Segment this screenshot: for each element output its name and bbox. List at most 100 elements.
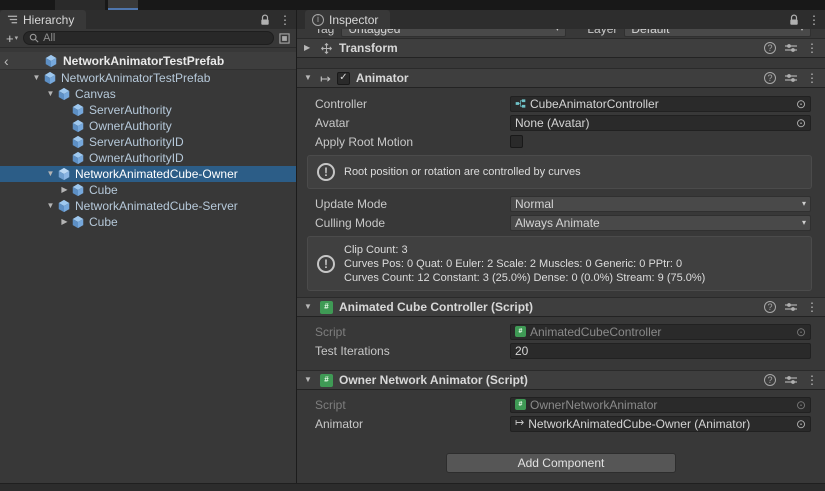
hierarchy-search[interactable] bbox=[23, 31, 274, 45]
animator-icon: ↦ bbox=[320, 72, 331, 85]
status-bar bbox=[0, 483, 825, 491]
property-label: Controller bbox=[315, 97, 510, 111]
stats-line: Clip Count: 3 bbox=[344, 243, 705, 257]
foldout-expanded-icon[interactable]: ▼ bbox=[44, 90, 57, 98]
tree-item[interactable]: ▼ Canvas bbox=[0, 86, 296, 102]
object-picker-icon[interactable]: ⊙ bbox=[796, 418, 806, 430]
culling-mode-dropdown[interactable]: Always Animate ▾ bbox=[510, 215, 811, 231]
add-component-button[interactable]: Add Component bbox=[446, 453, 676, 473]
tree-item[interactable]: ServerAuthorityID bbox=[0, 134, 296, 150]
component-header-animated-cube-controller[interactable]: ▼ # Animated Cube Controller (Script) ? … bbox=[297, 297, 825, 317]
prefab-cube-icon bbox=[71, 135, 87, 149]
animator-controller-icon bbox=[515, 98, 526, 109]
apply-root-motion-checkbox[interactable] bbox=[510, 135, 523, 148]
tree-item[interactable]: ▼ NetworkAnimatorTestPrefab bbox=[0, 70, 296, 86]
foldout-expanded-icon[interactable]: ▼ bbox=[304, 303, 314, 311]
help-icon[interactable]: ? bbox=[764, 42, 776, 54]
component-header-owner-network-animator[interactable]: ▼ # Owner Network Animator (Script) ? ⋮ bbox=[297, 370, 825, 390]
presets-icon[interactable] bbox=[785, 72, 797, 84]
foldout-expanded-icon[interactable]: ▼ bbox=[30, 74, 43, 82]
prefab-header-row[interactable]: ‹ NetworkAnimatorTestPrefab bbox=[0, 52, 296, 70]
object-picker-icon[interactable]: ⊙ bbox=[796, 98, 806, 110]
object-picker-icon[interactable]: ⊙ bbox=[796, 117, 806, 129]
tag-layer-row-clipped: Tag Untagged ▾ Layer Default ▾ bbox=[297, 29, 825, 38]
tree-item[interactable]: OwnerAuthorityID bbox=[0, 150, 296, 166]
presets-icon[interactable] bbox=[785, 42, 797, 54]
property-label: Script bbox=[315, 398, 510, 412]
warning-icon: ! bbox=[317, 163, 335, 181]
lock-icon[interactable] bbox=[260, 14, 270, 26]
hierarchy-tabbar: Hierarchy ⋮ bbox=[0, 10, 296, 29]
property-row-animator-ref: Animator ↦ NetworkAnimatedCube-Owner (An… bbox=[297, 414, 825, 433]
test-iterations-field[interactable]: 20 bbox=[510, 343, 811, 359]
dock-tab-active[interactable] bbox=[108, 0, 138, 10]
kebab-menu-icon[interactable]: ⋮ bbox=[806, 72, 818, 84]
component-title: Owner Network Animator (Script) bbox=[339, 373, 528, 387]
check-icon: ✓ bbox=[339, 73, 347, 83]
foldout-collapsed-icon[interactable]: ▶ bbox=[58, 218, 71, 226]
property-label: Update Mode bbox=[315, 197, 510, 211]
prefab-cube-icon bbox=[71, 151, 87, 165]
search-icon bbox=[29, 33, 39, 43]
kebab-menu-icon[interactable]: ⋮ bbox=[279, 14, 291, 26]
controller-object-field[interactable]: CubeAnimatorController ⊙ bbox=[510, 96, 811, 112]
csharp-script-icon: # bbox=[320, 374, 333, 387]
object-picker-icon[interactable]: ⊙ bbox=[796, 326, 806, 338]
component-enabled-checkbox[interactable]: ✓ bbox=[337, 72, 350, 85]
back-arrow-icon[interactable]: ‹ bbox=[4, 52, 9, 70]
tree-item[interactable]: ▶ Cube bbox=[0, 182, 296, 198]
tree-item[interactable]: ServerAuthority bbox=[0, 102, 296, 118]
avatar-object-field[interactable]: None (Avatar) ⊙ bbox=[510, 115, 811, 131]
tree-item[interactable]: OwnerAuthority bbox=[0, 118, 296, 134]
help-icon[interactable]: ? bbox=[764, 374, 776, 386]
kebab-menu-icon[interactable]: ⋮ bbox=[806, 42, 818, 54]
animator-stats-helpbox: ! Clip Count: 3 Curves Pos: 0 Quat: 0 Eu… bbox=[307, 236, 812, 291]
lock-icon[interactable] bbox=[789, 14, 799, 26]
tree-item[interactable]: ▼ NetworkAnimatedCube-Server bbox=[0, 198, 296, 214]
foldout-expanded-icon[interactable]: ▼ bbox=[304, 74, 314, 82]
tab-inspector[interactable]: i Inspector bbox=[305, 10, 390, 29]
field-value: AnimatedCubeController bbox=[530, 325, 661, 339]
top-dock-strip bbox=[0, 0, 825, 10]
kebab-menu-icon[interactable]: ⋮ bbox=[806, 374, 818, 386]
csharp-script-icon: # bbox=[320, 301, 333, 314]
kebab-menu-icon[interactable]: ⋮ bbox=[808, 14, 820, 26]
property-row-apply-root-motion: Apply Root Motion bbox=[297, 132, 825, 151]
foldout-expanded-icon[interactable]: ▼ bbox=[44, 170, 57, 178]
tree-item[interactable]: ▶ Cube bbox=[0, 214, 296, 230]
presets-icon[interactable] bbox=[785, 374, 797, 386]
foldout-collapsed-icon[interactable]: ▶ bbox=[304, 44, 314, 52]
tree-item-selected[interactable]: ▼ NetworkAnimatedCube-Owner bbox=[0, 166, 296, 182]
script-object-field[interactable]: # AnimatedCubeController ⊙ bbox=[510, 324, 811, 340]
animator-object-field[interactable]: ↦ NetworkAnimatedCube-Owner (Animator) ⊙ bbox=[510, 416, 811, 432]
search-input[interactable] bbox=[43, 32, 268, 44]
tree-item-label: OwnerAuthorityID bbox=[87, 151, 184, 165]
dropdown-caret-icon: ▾ bbox=[802, 218, 806, 227]
tag-dropdown[interactable]: Untagged ▾ bbox=[341, 29, 566, 37]
layer-dropdown[interactable]: Default ▾ bbox=[624, 29, 811, 37]
component-header-animator[interactable]: ▼ ↦ ✓ Animator ? ⋮ bbox=[297, 68, 825, 88]
tab-hierarchy[interactable]: Hierarchy bbox=[0, 10, 86, 29]
presets-icon[interactable] bbox=[785, 301, 797, 313]
update-mode-dropdown[interactable]: Normal ▾ bbox=[510, 196, 811, 212]
property-row-script: Script # AnimatedCubeController ⊙ bbox=[297, 322, 825, 341]
foldout-collapsed-icon[interactable]: ▶ bbox=[58, 186, 71, 194]
help-icon[interactable]: ? bbox=[764, 301, 776, 313]
prefab-cube-icon bbox=[71, 119, 87, 133]
search-window-icon[interactable] bbox=[279, 33, 290, 44]
object-picker-icon[interactable]: ⊙ bbox=[796, 399, 806, 411]
script-object-field[interactable]: # OwnerNetworkAnimator ⊙ bbox=[510, 397, 811, 413]
foldout-expanded-icon[interactable]: ▼ bbox=[44, 202, 57, 210]
help-icon[interactable]: ? bbox=[764, 72, 776, 84]
dock-tab[interactable] bbox=[55, 0, 105, 10]
prefab-cube-icon bbox=[57, 199, 73, 213]
kebab-menu-icon[interactable]: ⋮ bbox=[806, 301, 818, 313]
create-object-button[interactable]: +▾ bbox=[6, 31, 18, 46]
prefab-cube-icon bbox=[44, 54, 60, 68]
warning-text: Root position or rotation are controlled… bbox=[344, 166, 581, 178]
foldout-expanded-icon[interactable]: ▼ bbox=[304, 376, 314, 384]
stats-line: Curves Pos: 0 Quat: 0 Euler: 2 Scale: 2 … bbox=[344, 257, 705, 271]
prefab-cube-icon bbox=[71, 103, 87, 117]
hierarchy-tree: ‹ NetworkAnimatorTestPrefab ▼ NetworkAni… bbox=[0, 48, 296, 230]
component-header-transform[interactable]: ▶ Transform ? ⋮ bbox=[297, 38, 825, 58]
